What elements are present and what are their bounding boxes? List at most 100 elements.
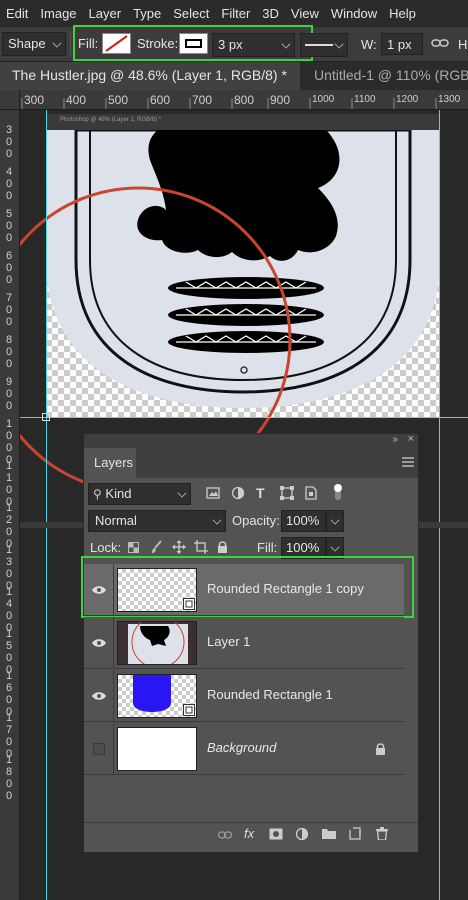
ruler-tick: 2 (5, 514, 13, 526)
layer-name: Background (207, 740, 277, 755)
lock-brush-icon[interactable] (150, 540, 163, 554)
panel-menu-icon[interactable] (402, 457, 414, 467)
layer-thumbnail (117, 674, 197, 718)
menu-image[interactable]: Image (34, 6, 82, 21)
divider (70, 31, 71, 57)
tab-untitled-1[interactable]: Untitled-1 @ 110% (RGB (302, 62, 468, 90)
layers-title: Layers (94, 455, 134, 470)
ruler-tick: 5 (5, 640, 13, 652)
lock-move-icon[interactable] (172, 540, 186, 554)
collapse-icon[interactable]: » (392, 434, 398, 445)
shape-filter-icon[interactable] (280, 486, 294, 500)
tab-label: Untitled-1 @ 110% (RGB (314, 67, 468, 83)
smart-object-filter-icon[interactable] (305, 486, 317, 500)
mask-icon[interactable] (269, 828, 283, 840)
menu-select[interactable]: Select (167, 6, 215, 21)
adjustment-filter-icon[interactable] (231, 486, 245, 500)
ruler-tick: 0 (5, 430, 13, 442)
trash-icon[interactable] (376, 827, 388, 840)
adjustment-icon[interactable] (295, 827, 309, 841)
menu-type[interactable]: Type (127, 6, 167, 21)
fx-icon[interactable]: fx (244, 826, 254, 841)
lock-icon[interactable] (375, 742, 386, 755)
close-icon[interactable]: × (408, 433, 414, 445)
opacity-value: 100% (286, 513, 320, 528)
lock-artboard-icon[interactable] (194, 540, 208, 554)
folder-icon[interactable] (322, 828, 336, 839)
link-icon[interactable] (431, 37, 449, 49)
eye-icon (92, 692, 106, 700)
ruler-tick: 0 (5, 526, 13, 538)
filter-kind-dropdown[interactable]: ⚲ Kind (88, 483, 191, 505)
tab-layers[interactable]: Layers (84, 448, 136, 478)
layer-thumbnail (117, 727, 197, 771)
menu-edit[interactable]: Edit (0, 6, 34, 21)
opacity-slider-toggle[interactable] (326, 510, 344, 532)
layer-row-layer-1[interactable]: Layer 1 (84, 617, 404, 669)
lock-transparency-icon[interactable] (128, 542, 139, 553)
ruler-tick: 0 (5, 652, 13, 664)
ruler-tick: 0 (5, 232, 13, 244)
stroke-type-dropdown[interactable] (300, 33, 348, 57)
blend-mode-dropdown[interactable]: Normal (88, 510, 226, 532)
menu-view[interactable]: View (285, 6, 325, 21)
menu-3d[interactable]: 3D (256, 6, 285, 21)
ruler-corner[interactable] (0, 90, 20, 110)
ruler-tick: 0 (5, 442, 13, 454)
lock-label: Lock: (90, 540, 122, 555)
layer-row-background[interactable]: Background (84, 723, 404, 775)
ruler-tick: 0 (5, 346, 13, 358)
ruler-tick: 1 (5, 712, 13, 724)
width-input[interactable]: 1 px (381, 33, 423, 55)
ruler-tick: 0 (5, 484, 13, 496)
lock-all-icon[interactable] (217, 540, 228, 553)
layer-name: Layer 1 (207, 634, 251, 649)
shape-layer-icon (183, 704, 195, 716)
width-value: 1 px (387, 37, 412, 52)
new-layer-icon[interactable] (349, 827, 361, 840)
visibility-toggle[interactable] (84, 670, 114, 722)
ruler-tick: 7 (5, 724, 13, 736)
panel-top-strip: » × (84, 433, 418, 448)
menu-filter[interactable]: Filter (215, 6, 256, 21)
blend-mode-value: Normal (95, 513, 137, 528)
document-tabs: The Hustler.jpg @ 48.6% (Layer 1, RGB/8)… (0, 62, 468, 90)
filter-toggle-icon[interactable] (333, 483, 343, 501)
menu-window[interactable]: Window (325, 6, 383, 21)
vertical-ruler: 3004005006007008009001000110012001300140… (0, 110, 20, 900)
ruler-tick: 7 (5, 292, 13, 304)
ruler-tick: 6 (5, 682, 13, 694)
ruler-tick: 0 (5, 400, 13, 412)
menu-layer[interactable]: Layer (83, 6, 128, 21)
layer-1-preview (128, 622, 188, 664)
ruler-tick: 4 (5, 166, 13, 178)
tab-the-hustler[interactable]: The Hustler.jpg @ 48.6% (Layer 1, RGB/8)… (0, 62, 300, 90)
layer-row-rounded-rectangle-1[interactable]: Rounded Rectangle 1 (84, 670, 404, 722)
opacity-input[interactable]: 100% (281, 510, 326, 532)
options-bar: Shape Fill: Stroke: 3 px W: 1 px H (0, 25, 468, 62)
ruler-tick: 1 (5, 472, 13, 484)
guide-vertical-left[interactable] (46, 110, 47, 900)
ruler-tick: 8 (5, 334, 13, 346)
guide-horizontal[interactable] (20, 417, 468, 418)
type-filter-icon[interactable]: T (256, 485, 265, 501)
visibility-toggle[interactable] (84, 617, 114, 669)
guide-vertical-right[interactable] (439, 110, 440, 900)
selection-handle[interactable] (42, 413, 50, 421)
pixel-filter-icon[interactable] (206, 487, 220, 499)
chevron-down-icon (330, 542, 340, 552)
ruler-tick: 0 (5, 220, 13, 232)
chevron-down-icon (212, 515, 222, 525)
ruler-tick: 0 (5, 274, 13, 286)
visibility-toggle[interactable] (84, 723, 114, 775)
layers-panel: » × Layers ⚲ Kind T Normal Opacity: 100%… (81, 433, 419, 853)
ruler-tick: 0 (5, 262, 13, 274)
ruler-ticks (21, 98, 437, 109)
ruler-tick: 1 (5, 460, 13, 472)
chevron-down-icon (177, 488, 187, 498)
ruler-tick: 0 (5, 190, 13, 202)
menu-help[interactable]: Help (383, 6, 422, 21)
highlight-box (81, 556, 414, 618)
link-icon[interactable] (218, 830, 232, 840)
tool-mode-dropdown[interactable]: Shape (2, 32, 66, 56)
